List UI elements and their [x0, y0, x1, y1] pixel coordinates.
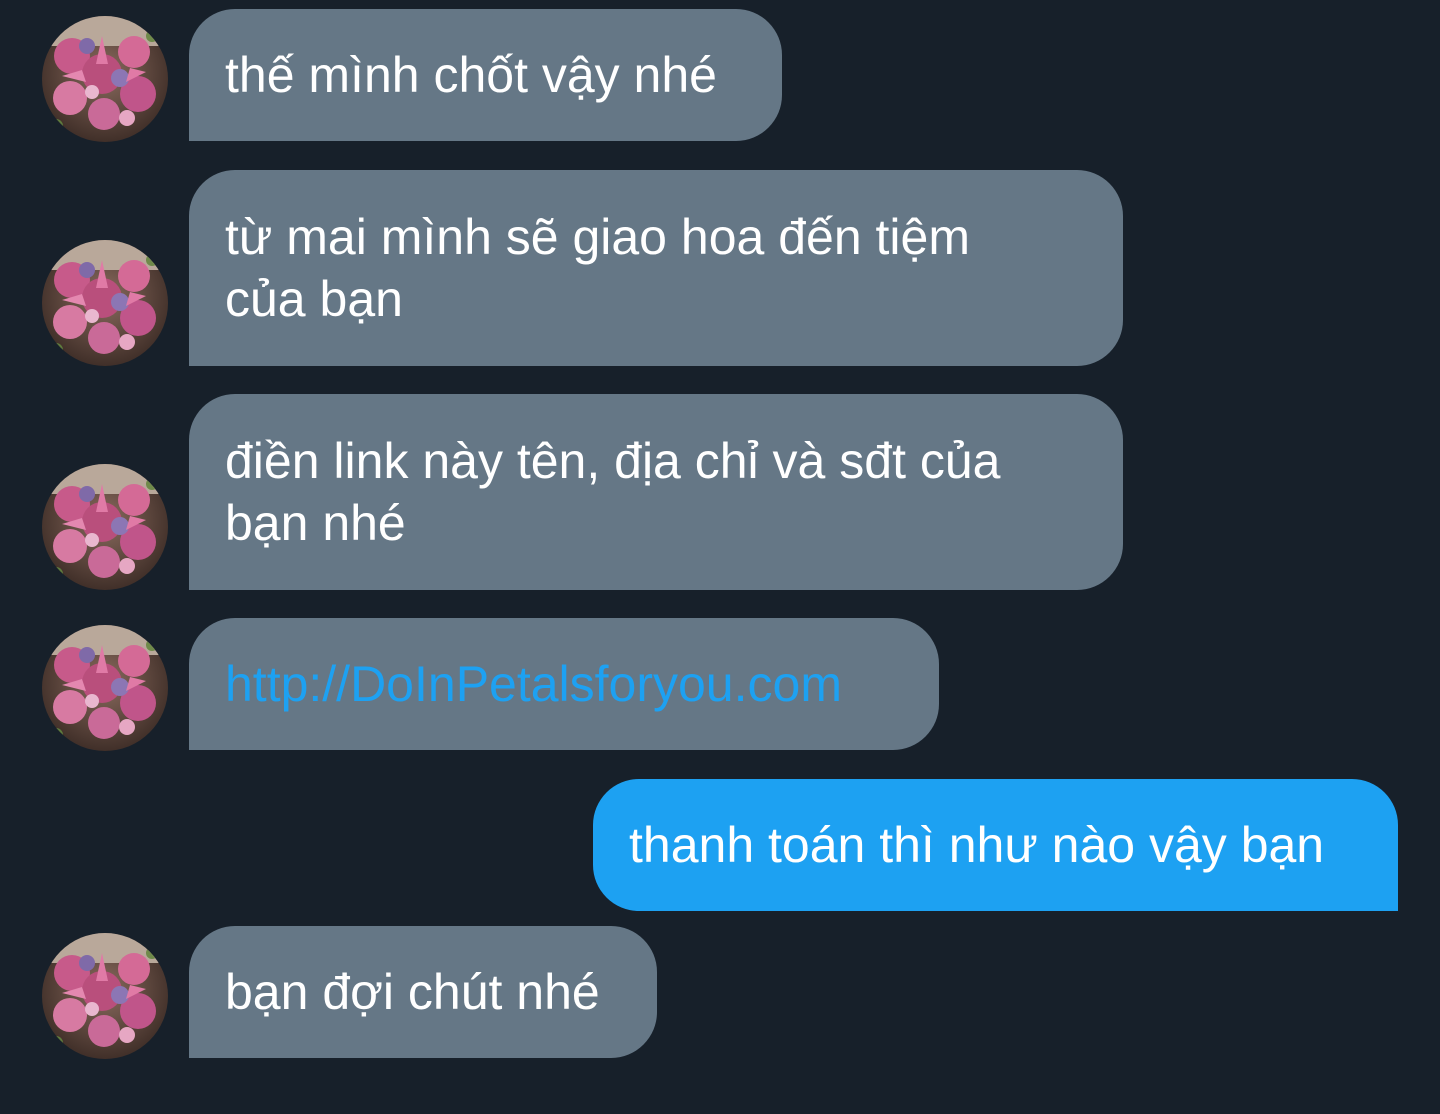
message-bubble-incoming[interactable]: thế mình chốt vậy nhé	[189, 9, 782, 141]
message-text: thế mình chốt vậy nhé	[225, 47, 717, 103]
message-bubble-incoming[interactable]: điền link này tên, địa chỉ và sđt của bạ…	[189, 394, 1123, 590]
flower-bouquet-avatar[interactable]	[42, 625, 168, 751]
flower-bouquet-avatar[interactable]	[42, 16, 168, 142]
chat-thread: thế mình chốt vậy nhé từ mai mình sẽ gia…	[0, 0, 1440, 1114]
message-bubble-incoming[interactable]: http://DoInPetalsforyou.com	[189, 618, 939, 750]
message-text: từ mai mình sẽ giao hoa đến tiệm của bạn	[225, 206, 970, 330]
message-text: bạn đợi chút nhé	[225, 964, 600, 1020]
flower-bouquet-avatar[interactable]	[42, 240, 168, 366]
flower-bouquet-avatar[interactable]	[42, 464, 168, 590]
flower-bouquet-avatar[interactable]	[42, 933, 168, 1059]
message-link[interactable]: http://DoInPetalsforyou.com	[225, 653, 842, 715]
message-line: từ mai mình sẽ giao hoa đến tiệm	[225, 209, 970, 265]
message-line: của bạn	[225, 271, 403, 327]
message-bubble-incoming[interactable]: từ mai mình sẽ giao hoa đến tiệm của bạn	[189, 170, 1123, 366]
message-text: điền link này tên, địa chỉ và sđt của bạ…	[225, 430, 1000, 554]
message-line: bạn nhé	[225, 495, 406, 551]
message-bubble-incoming[interactable]: bạn đợi chút nhé	[189, 926, 657, 1058]
message-bubble-outgoing[interactable]: thanh toán thì như nào vậy bạn	[593, 779, 1398, 911]
message-text: thanh toán thì như nào vậy bạn	[629, 817, 1325, 873]
message-line: điền link này tên, địa chỉ và sđt của	[225, 433, 1001, 489]
